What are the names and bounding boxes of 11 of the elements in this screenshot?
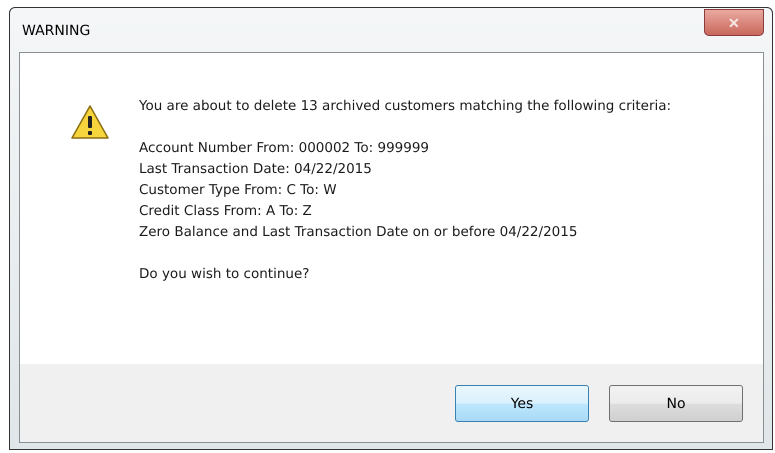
confirm-question: Do you wish to continue? (139, 265, 310, 284)
window-title: WARNING (22, 23, 90, 39)
dialog-button[interactable]: Yes (455, 385, 589, 422)
criteria-line: Customer Type From: C To: W (139, 181, 338, 200)
warning-message: You are about to delete 13 archived customers matching the following criteria: (139, 97, 672, 116)
criteria-line: Last Transaction Date: 04/22/2015 (139, 160, 373, 179)
criteria-line: Account Number From: 000002 To: 999999 (139, 139, 430, 158)
dialog-button[interactable]: No (609, 385, 743, 422)
criteria-line: Credit Class From: A To: Z (139, 202, 313, 221)
warning-icon (70, 104, 110, 140)
criteria-line: Zero Balance and Last Transaction Date on or before 04/22/2015 (139, 223, 578, 242)
